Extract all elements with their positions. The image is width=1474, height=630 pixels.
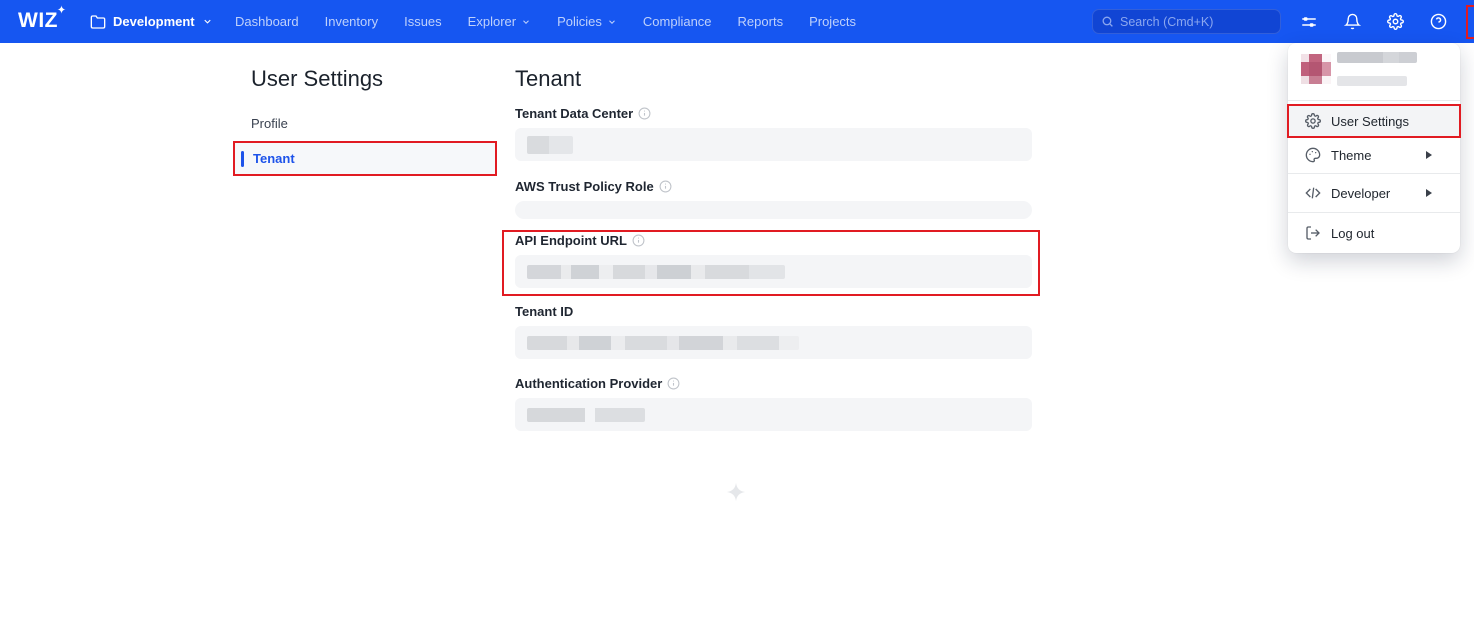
logout-icon [1304,225,1321,242]
menu-item-user-settings[interactable]: User Settings [1288,105,1460,137]
project-switcher-label: Development [113,14,195,29]
search-icon [1101,15,1114,28]
redacted-value [527,265,785,279]
redacted-value [527,336,799,350]
user-name-redacted [1337,52,1417,63]
field-tenant-data-center: Tenant Data Center [515,106,1032,161]
field-label: API Endpoint URL [515,233,1032,248]
chevron-down-icon [521,17,531,27]
menu-divider [1288,173,1460,174]
wiz-console: WIZ Development Dashboard Inventory Issu… [0,0,1474,630]
menu-divider [1288,100,1460,101]
search-input[interactable] [1120,15,1260,29]
field-tenant-id: Tenant ID [515,304,1032,359]
code-icon [1304,185,1321,202]
field-api-endpoint-url: API Endpoint URL [515,233,1032,288]
help-icon[interactable] [1425,7,1451,37]
menu-divider [1288,212,1460,213]
nav-item-issues[interactable]: Issues [404,14,442,29]
field-aws-trust-policy-role: AWS Trust Policy Role [515,179,1032,219]
navbar-actions [1296,0,1474,43]
field-authentication-provider: Authentication Provider [515,376,1032,431]
project-switcher[interactable]: Development [90,0,213,43]
user-menu-button[interactable] [1468,7,1474,37]
gear-icon [1304,113,1321,130]
nav-item-policies[interactable]: Policies [557,14,617,29]
nav-item-reports[interactable]: Reports [738,14,784,29]
api-endpoint-url-value [515,255,1032,288]
active-indicator [241,151,244,167]
sparkle-icon [57,5,66,14]
user-dropdown-menu: User Settings Theme Developer Log out [1288,43,1460,253]
sliders-icon[interactable] [1296,7,1322,37]
menu-item-label: User Settings [1331,114,1409,129]
top-navbar: WIZ Development Dashboard Inventory Issu… [0,0,1474,43]
field-label: Authentication Provider [515,376,1032,391]
info-icon[interactable] [659,180,672,193]
tenant-id-value [515,326,1032,359]
nav-item-explorer[interactable]: Explorer [468,14,531,29]
menu-item-log-out[interactable]: Log out [1288,217,1460,249]
submenu-arrow-icon [1426,151,1432,159]
submenu-arrow-icon [1426,189,1432,197]
menu-item-label: Theme [1331,148,1371,163]
page-title: User Settings [251,66,383,92]
main-nav: Dashboard Inventory Issues Explorer Poli… [235,0,856,43]
menu-item-developer[interactable]: Developer [1288,177,1460,209]
tenant-panel-title: Tenant [515,66,581,92]
settings-nav-item-tenant[interactable]: Tenant [233,141,497,176]
palette-icon [1304,147,1321,164]
redacted-value [527,136,573,154]
redacted-value [527,408,645,422]
nav-item-inventory[interactable]: Inventory [325,14,378,29]
tenant-data-center-value [515,128,1032,161]
info-icon[interactable] [667,377,680,390]
user-avatar [1301,54,1331,84]
wiz-logo-text: WIZ [18,9,58,32]
user-email-redacted [1337,76,1407,86]
nav-item-dashboard[interactable]: Dashboard [235,14,299,29]
info-icon[interactable] [638,107,651,120]
field-label: Tenant Data Center [515,106,1032,121]
gear-icon[interactable] [1382,7,1408,37]
menu-item-label: Log out [1331,226,1374,241]
field-label: Tenant ID [515,304,1032,319]
settings-nav-item-profile[interactable]: Profile [251,116,288,131]
bell-icon[interactable] [1339,7,1365,37]
settings-nav-item-label: Tenant [253,151,295,166]
loading-sparkle-icon [726,482,746,502]
field-label: AWS Trust Policy Role [515,179,1032,194]
info-icon[interactable] [632,234,645,247]
authentication-provider-value [515,398,1032,431]
aws-trust-policy-role-value [515,201,1032,219]
nav-item-projects[interactable]: Projects [809,14,856,29]
wiz-logo[interactable]: WIZ [18,9,58,33]
chevron-down-icon [607,17,617,27]
global-search[interactable] [1092,9,1281,34]
folder-icon [90,14,106,30]
menu-item-theme[interactable]: Theme [1288,139,1460,171]
menu-item-label: Developer [1331,186,1390,201]
nav-item-compliance[interactable]: Compliance [643,14,712,29]
chevron-down-icon [202,16,213,27]
